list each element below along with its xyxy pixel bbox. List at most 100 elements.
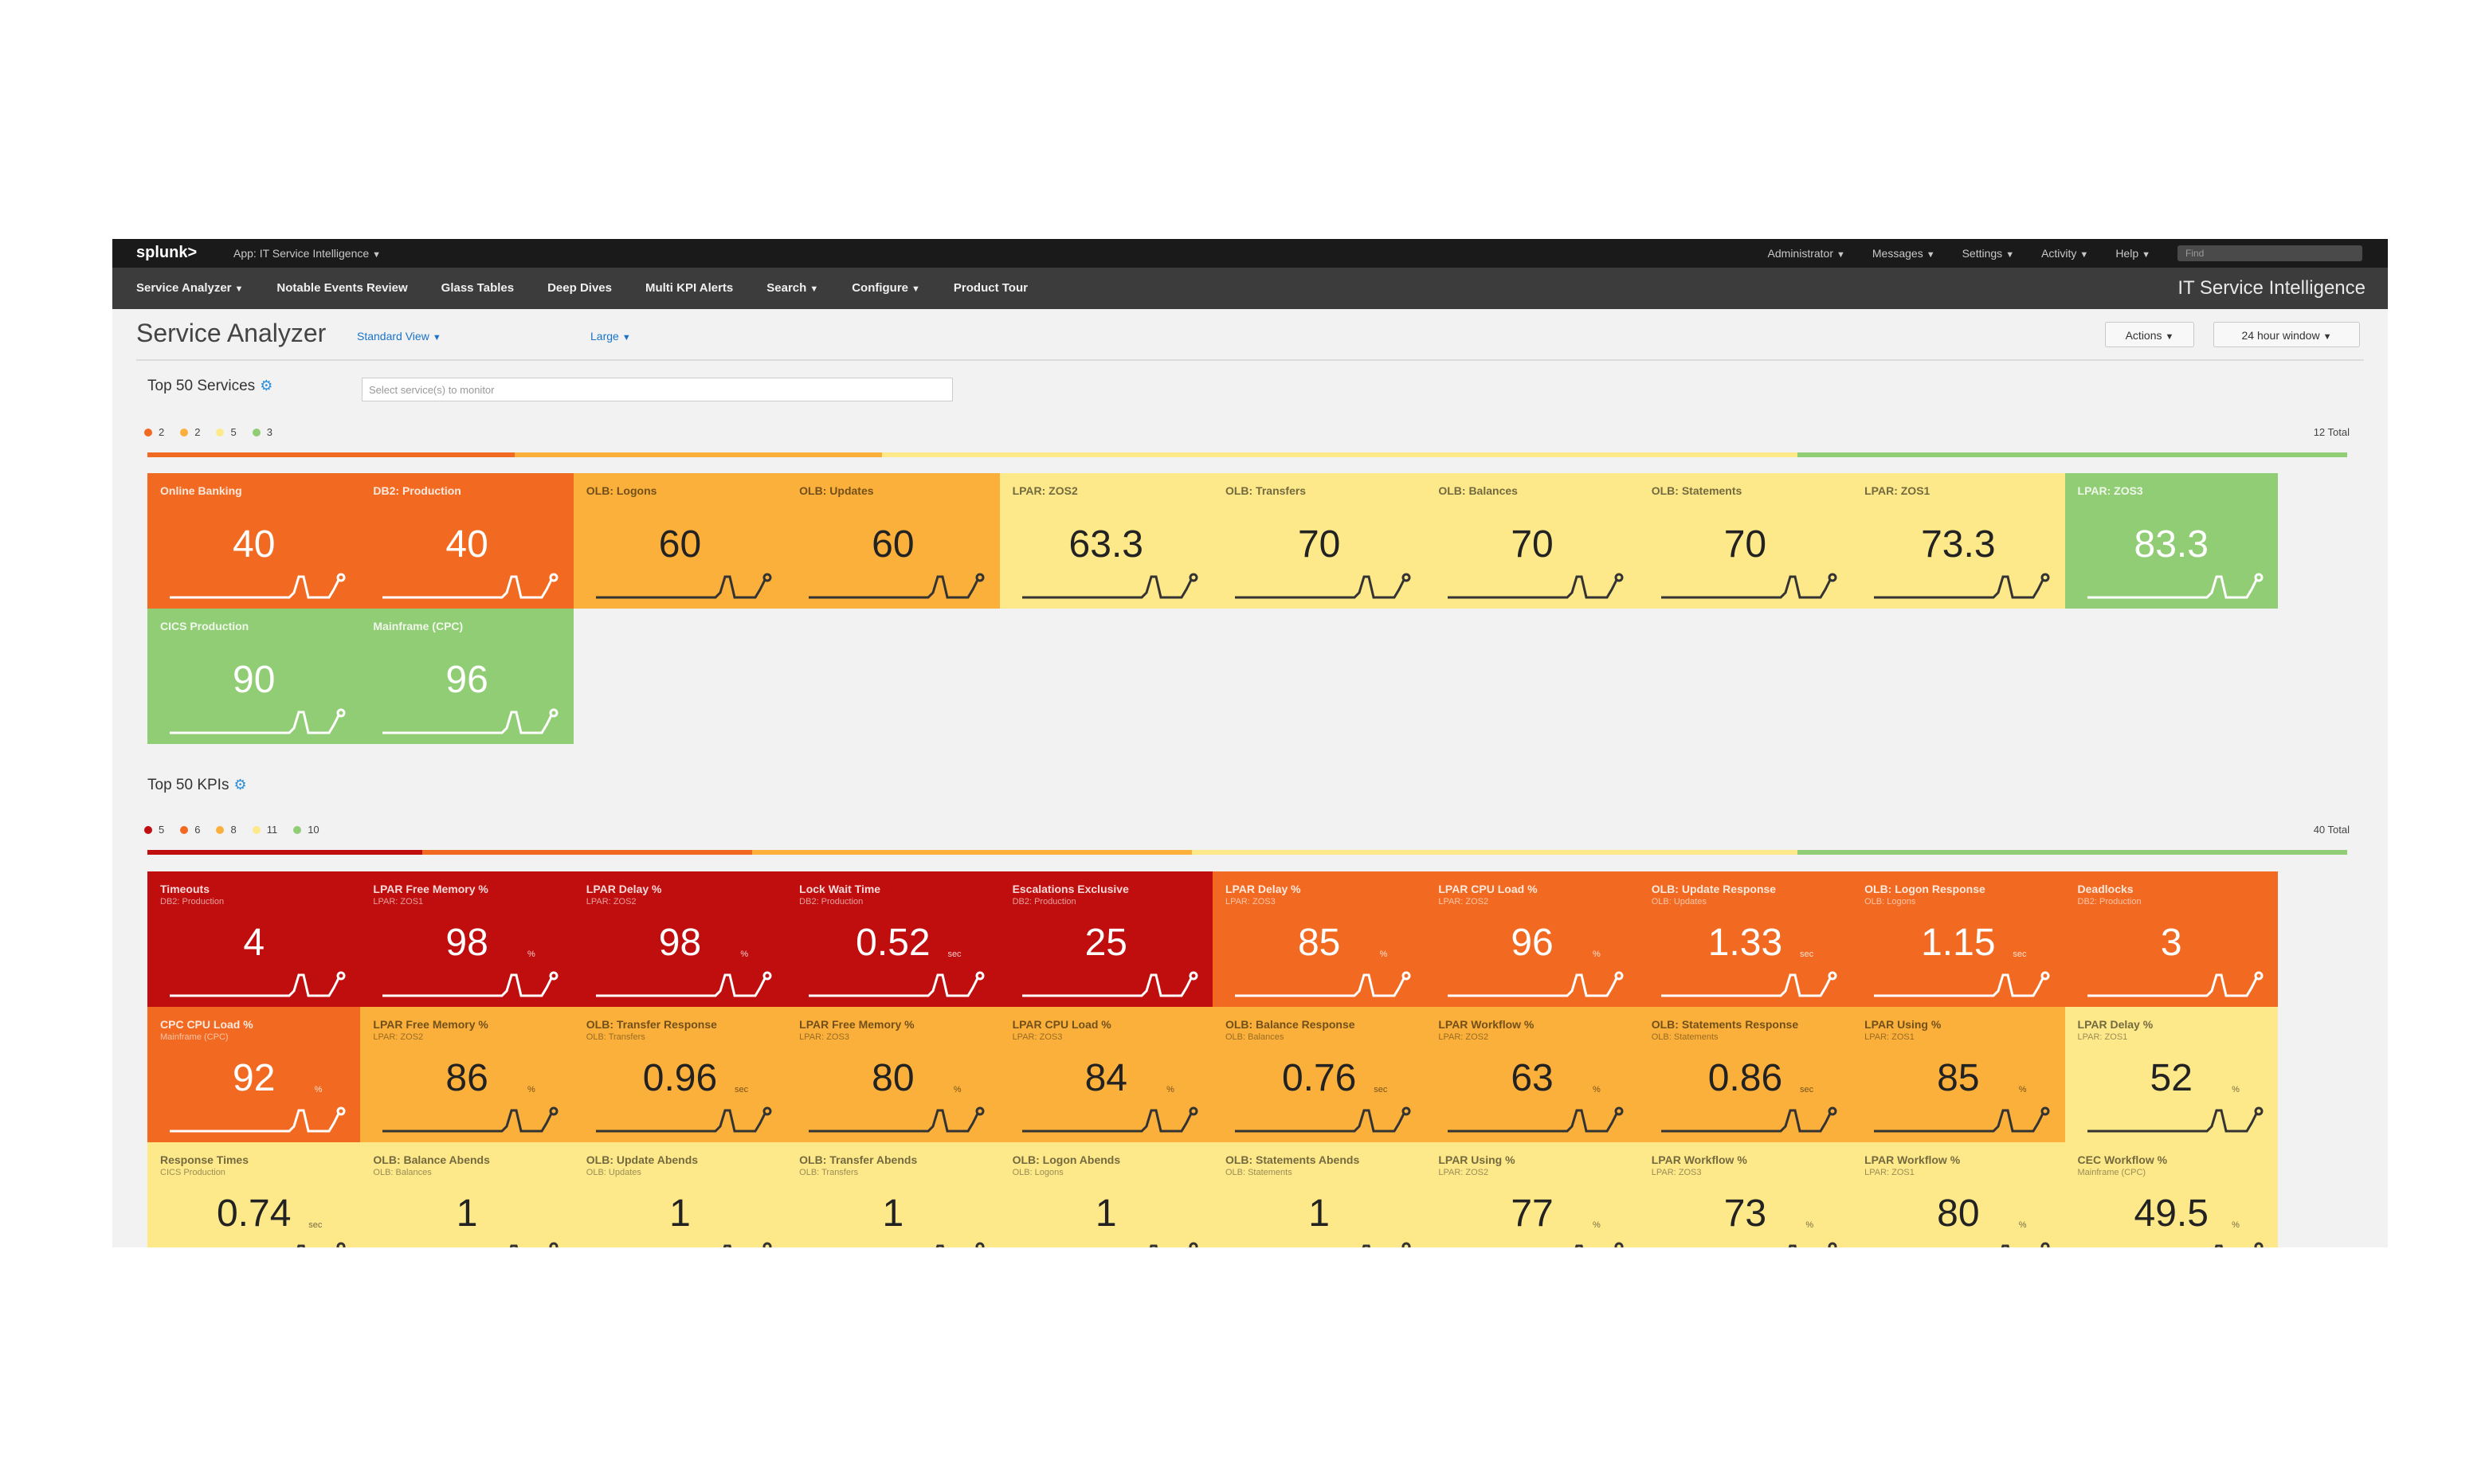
kpi-tile[interactable]: LPAR Delay % LPAR: ZOS3 85% bbox=[1212, 871, 1426, 1007]
sparkline-trend bbox=[1448, 575, 1618, 599]
service-tile[interactable]: LPAR: ZOS1 73.3 bbox=[1852, 473, 2065, 609]
tile-value: 90 bbox=[233, 659, 276, 701]
tile-subtitle: LPAR: ZOS2 bbox=[1438, 1168, 1489, 1177]
tile-name: LPAR Using % bbox=[1864, 1018, 1942, 1031]
kpi-tile[interactable]: LPAR Delay % LPAR: ZOS2 98% bbox=[573, 871, 787, 1007]
top-menu-administrator[interactable]: Administrator ▼ bbox=[1768, 247, 1845, 260]
tile-subtitle: OLB: Statements bbox=[1225, 1168, 1292, 1177]
kpi-tile[interactable]: OLB: Update Abends OLB: Updates 1 bbox=[573, 1142, 787, 1247]
nav-item-search[interactable]: Search ▼ bbox=[766, 281, 818, 295]
kpi-tile[interactable]: LPAR Using % LPAR: ZOS1 85% bbox=[1852, 1007, 2065, 1142]
kpi-tile[interactable]: CEC Workflow % Mainframe (CPC) 49.5% bbox=[2064, 1142, 2278, 1247]
sparkline bbox=[510, 1242, 559, 1247]
service-selector-input[interactable]: Select service(s) to monitor bbox=[362, 378, 953, 401]
service-tile[interactable]: Online Banking 40 bbox=[147, 473, 361, 609]
service-tile[interactable]: DB2: Production 40 bbox=[360, 473, 574, 609]
tile-name: OLB: Balances bbox=[1438, 484, 1518, 497]
kpi-tile[interactable]: OLB: Transfer Response OLB: Transfers 0.96… bbox=[573, 1007, 787, 1142]
app-selector[interactable]: App: IT Service Intelligence ▼ bbox=[233, 247, 381, 260]
find-input[interactable]: Find bbox=[2177, 245, 2362, 261]
sparkline-trend bbox=[1021, 575, 1192, 599]
kpi-tile[interactable]: OLB: Balance Abends OLB: Balances 1 bbox=[360, 1142, 574, 1247]
kpi-tile[interactable]: LPAR Workflow % LPAR: ZOS3 73% bbox=[1638, 1142, 1852, 1247]
service-tile[interactable]: OLB: Statements 70 bbox=[1638, 473, 1852, 609]
sparkline-trend bbox=[809, 973, 979, 997]
top-menu-messages[interactable]: Messages ▼ bbox=[1872, 247, 1935, 260]
time-window-button[interactable]: 24 hour window ▼ bbox=[2213, 322, 2360, 347]
sparkline-trend bbox=[595, 575, 766, 599]
tile-name: Lock Wait Time bbox=[799, 883, 881, 895]
sparkline-endpoint bbox=[1828, 1106, 1837, 1116]
tile-value: 85 bbox=[1297, 922, 1341, 964]
kpi-tile[interactable]: Response Times CICS Production 0.74 sec bbox=[147, 1142, 361, 1247]
kpi-tile[interactable]: Lock Wait Time DB2: Production 0.52 sec bbox=[786, 871, 1000, 1007]
kpi-tile[interactable]: Timeouts DB2: Production 4 bbox=[147, 871, 361, 1007]
kpi-tile[interactable]: LPAR Free Memory % LPAR: ZOS2 86% bbox=[360, 1007, 574, 1142]
nav-item-deep-dives[interactable]: Deep Dives bbox=[547, 281, 612, 295]
severity-bar-segment bbox=[882, 452, 1797, 457]
actions-button[interactable]: Actions ▼ bbox=[2105, 322, 2194, 347]
kpi-tile[interactable]: OLB: Statements Abends OLB: Statements 1 bbox=[1212, 1142, 1426, 1247]
chevron-down-icon: ▼ bbox=[2165, 332, 2174, 342]
kpi-tile[interactable]: LPAR Workflow % LPAR: ZOS2 63% bbox=[1425, 1007, 1639, 1142]
kpi-tile[interactable]: Deadlocks DB2: Production 3 bbox=[2064, 871, 2278, 1007]
tile-unit: sec bbox=[2013, 950, 2027, 959]
top-menu-help[interactable]: Help ▼ bbox=[2115, 247, 2150, 260]
kpi-tile[interactable]: LPAR Using % LPAR: ZOS2 77% bbox=[1425, 1142, 1639, 1247]
gear-icon[interactable]: ⚙ bbox=[233, 777, 246, 793]
kpi-tile[interactable]: LPAR CPU Load % LPAR: ZOS3 84% bbox=[999, 1007, 1213, 1142]
splunk-logo[interactable]: splunk> bbox=[136, 244, 197, 262]
kpi-tile[interactable]: CPC CPU Load % Mainframe (CPC) 92% bbox=[147, 1007, 361, 1142]
nav-item-label: Product Tour bbox=[953, 281, 1028, 295]
sparkline-endpoint bbox=[1401, 971, 1411, 981]
sparkline-endpoint bbox=[2040, 1242, 2050, 1247]
kpi-tile[interactable]: OLB: Logon Response OLB: Logons 1.15 sec bbox=[1852, 871, 2065, 1007]
nav-item-product-tour[interactable]: Product Tour bbox=[954, 281, 1028, 295]
top-menu-activity[interactable]: Activity ▼ bbox=[2041, 247, 2088, 260]
tile-subtitle: DB2: Production bbox=[160, 897, 225, 906]
service-tile[interactable]: OLB: Balances 70 bbox=[1425, 473, 1639, 609]
top-menu-settings[interactable]: Settings ▼ bbox=[1962, 247, 2014, 260]
sparkline bbox=[296, 1242, 346, 1247]
sparkline bbox=[382, 971, 559, 997]
kpi-tile[interactable]: OLB: Balance Response OLB: Balances 0.76 se… bbox=[1212, 1007, 1426, 1142]
sparkline-trend bbox=[510, 1244, 519, 1247]
tile-unit: % bbox=[1379, 950, 1388, 959]
tile-unit: sec bbox=[1374, 1085, 1388, 1094]
service-tile[interactable]: LPAR: ZOS2 63.3 bbox=[999, 473, 1213, 609]
kpis-title-text: Top 50 KPIs bbox=[147, 777, 229, 793]
kpi-tile[interactable]: LPAR Free Memory % LPAR: ZOS3 80% bbox=[786, 1007, 1000, 1142]
tile-subtitle: CICS Production bbox=[160, 1168, 225, 1177]
kpi-tile[interactable]: LPAR Free Memory % LPAR: ZOS1 98% bbox=[360, 871, 574, 1007]
nav-item-glass-tables[interactable]: Glass Tables bbox=[441, 281, 514, 295]
nav-item-service-analyzer[interactable]: Service Analyzer ▼ bbox=[136, 281, 243, 295]
kpi-tile[interactable]: LPAR Delay % LPAR: ZOS1 52% bbox=[2064, 1007, 2278, 1142]
service-tile[interactable]: OLB: Updates 60 bbox=[786, 473, 1000, 609]
view-selector[interactable]: Standard View ▼ bbox=[357, 330, 441, 343]
size-selector[interactable]: Large ▼ bbox=[590, 330, 631, 343]
kpi-tile[interactable]: Escalations Exclusive DB2: Production 25 bbox=[999, 871, 1213, 1007]
sparkline-trend bbox=[1788, 1244, 1797, 1247]
kpi-tile[interactable]: OLB: Update Response OLB: Updates 1.33 sec bbox=[1638, 871, 1852, 1007]
service-tile[interactable]: Mainframe (CPC) 96 bbox=[360, 609, 574, 744]
top-menu-label: Activity bbox=[2041, 247, 2077, 260]
kpi-tile[interactable]: OLB: Statements Response OLB: Statements 0… bbox=[1638, 1007, 1852, 1142]
nav-item-multi-kpi-alerts[interactable]: Multi KPI Alerts bbox=[645, 281, 733, 295]
service-tile[interactable]: OLB: Logons 60 bbox=[573, 473, 787, 609]
tile-value: 60 bbox=[658, 523, 702, 566]
sparkline-trend bbox=[382, 711, 553, 734]
kpi-tile[interactable]: LPAR CPU Load % LPAR: ZOS2 96% bbox=[1425, 871, 1639, 1007]
service-tile[interactable]: OLB: Transfers 70 bbox=[1212, 473, 1426, 609]
service-tile[interactable]: LPAR: ZOS3 83.3 bbox=[2064, 473, 2278, 609]
gear-icon[interactable]: ⚙ bbox=[260, 378, 272, 394]
sparkline bbox=[1021, 1106, 1198, 1133]
kpi-tile[interactable]: OLB: Logon Abends OLB: Logons 1 bbox=[999, 1142, 1213, 1247]
nav-item-configure[interactable]: Configure ▼ bbox=[852, 281, 920, 295]
kpi-tile[interactable]: LPAR Workflow % LPAR: ZOS1 80% bbox=[1852, 1142, 2065, 1247]
kpi-tile[interactable]: OLB: Transfer Abends OLB: Transfers 1 bbox=[786, 1142, 1000, 1247]
sparkline bbox=[1021, 971, 1198, 997]
service-tile[interactable]: CICS Production 90 bbox=[147, 609, 361, 744]
sparkline bbox=[595, 971, 772, 997]
nav-item-notable-events-review[interactable]: Notable Events Review bbox=[276, 281, 407, 295]
sparkline bbox=[1660, 573, 1837, 599]
